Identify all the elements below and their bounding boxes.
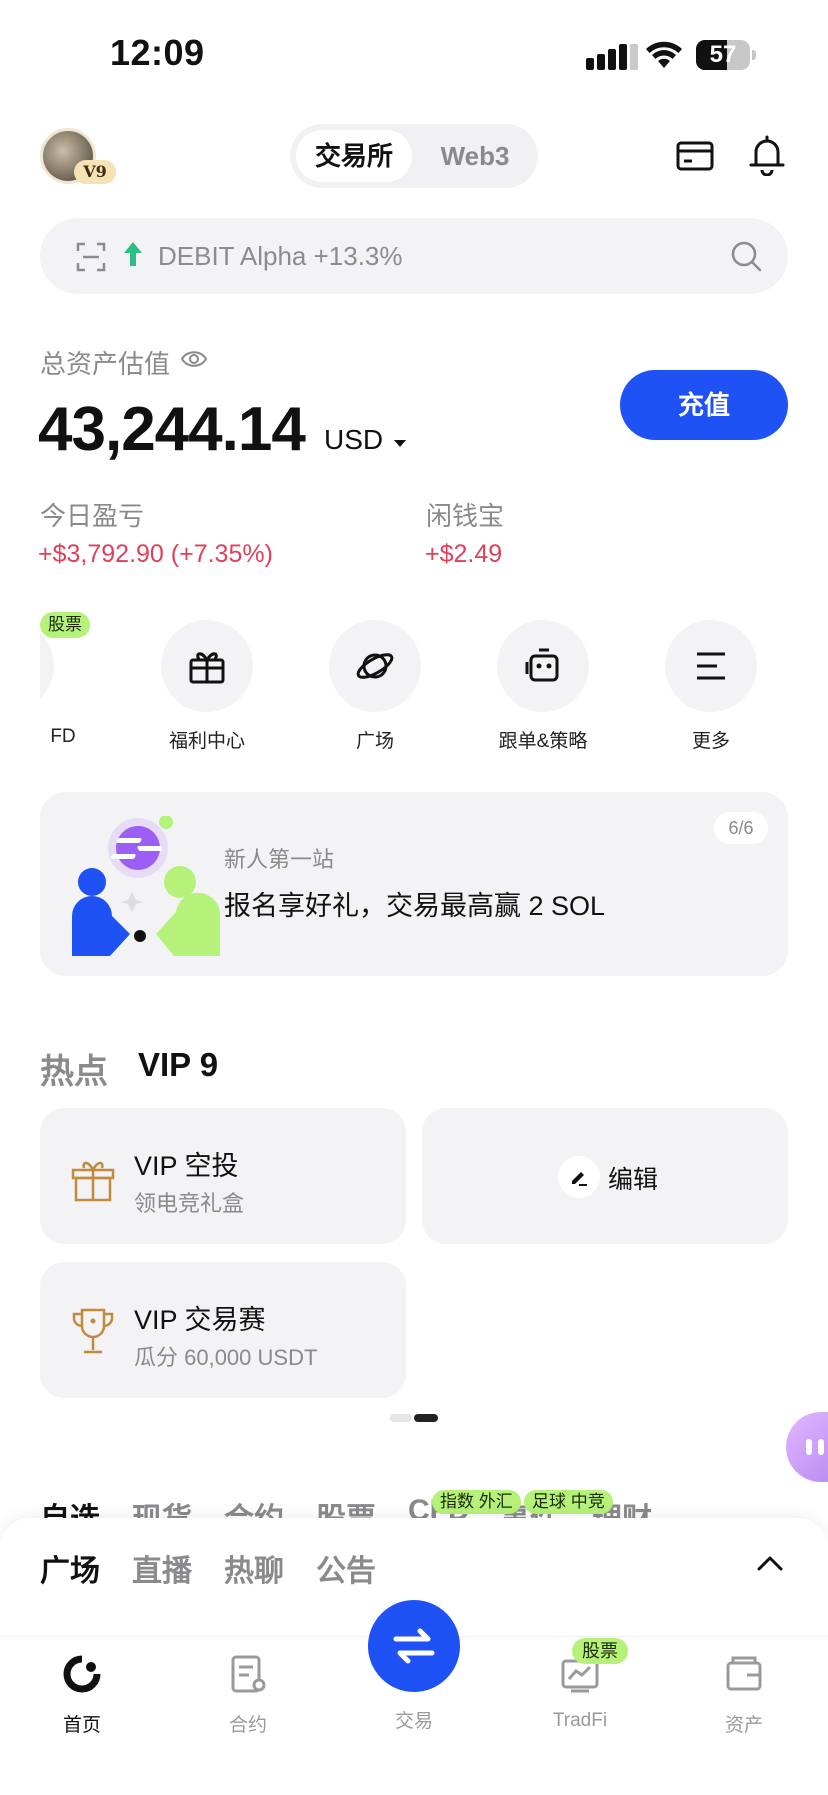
cfd-tag: 指数 外汇 xyxy=(432,1490,521,1514)
gift-icon xyxy=(189,652,225,684)
toggle-web3[interactable]: Web3 xyxy=(418,130,532,182)
wifi-icon xyxy=(646,41,682,68)
wallet-icon xyxy=(726,1656,762,1691)
quick-action-square[interactable]: 广场 xyxy=(305,620,445,752)
battery-level-text: 57 xyxy=(709,41,737,68)
bell-icon[interactable] xyxy=(748,134,786,176)
cellular-signal-icon xyxy=(586,44,638,70)
home-icon xyxy=(63,1655,101,1693)
nav-label: 首页 xyxy=(62,1715,101,1736)
tile-title: VIP 空投 xyxy=(134,1151,239,1181)
contract-icon xyxy=(231,1655,266,1693)
cfd-icon xyxy=(40,646,42,686)
currency-selector[interactable]: USD xyxy=(324,424,383,456)
chevron-down-icon[interactable] xyxy=(394,440,406,447)
vip-badge: V9 xyxy=(74,160,116,184)
quick-actions: FD 股票 福利中心 广场 跟单&策略 更多 xyxy=(40,612,800,752)
today-pnl-value: +$3,792.90 (+7.35%) xyxy=(38,540,273,568)
search-placeholder: DEBIT Alpha +13.3% xyxy=(158,241,403,271)
search-icon[interactable] xyxy=(730,240,762,272)
handshake-illustration xyxy=(72,816,220,956)
total-assets-value: 43,244.14 xyxy=(38,395,306,464)
stock-tag: 股票 xyxy=(40,612,90,638)
card-icon[interactable] xyxy=(676,140,714,172)
assistant-bubble[interactable] xyxy=(786,1412,828,1482)
quick-action-label: 更多 xyxy=(691,731,730,752)
pencil-icon xyxy=(572,1172,587,1186)
quick-action-cfd[interactable]: FD xyxy=(40,620,78,748)
sheet-tab-announcements[interactable]: 公告 xyxy=(316,1546,376,1590)
promo-subtitle: 新人第一站 xyxy=(224,847,335,872)
sheet-tab-square[interactable]: 广场 xyxy=(40,1546,100,1590)
quick-action-label: 广场 xyxy=(355,731,394,752)
quick-action-copy-trading[interactable]: 跟单&策略 xyxy=(473,620,613,752)
vip-trading-contest-card[interactable]: VIP 交易赛 瓜分 60,000 USDT xyxy=(40,1262,406,1398)
promo-title: 报名享好礼，交易最高赢 2 SOL xyxy=(224,891,606,921)
eye-icon[interactable] xyxy=(180,348,208,370)
quick-action-label: 跟单&策略 xyxy=(498,731,588,752)
swap-icon xyxy=(393,1628,435,1664)
hot-tab[interactable]: 热点 xyxy=(40,1044,108,1093)
deposit-button[interactable]: 充值 xyxy=(620,370,788,440)
gift-box-icon xyxy=(71,1161,115,1202)
chevron-up-icon[interactable] xyxy=(756,1554,784,1572)
promo-banner[interactable]: 新人第一站 报名享好礼，交易最高赢 2 SOL 6/6 xyxy=(40,792,788,976)
nav-label: TradFi xyxy=(552,1710,608,1731)
today-pnl-label: 今日盈亏 xyxy=(40,501,145,531)
tile-subtitle: 瓜分 60,000 USDT xyxy=(134,1345,318,1370)
quick-action-label: 福利中心 xyxy=(168,731,245,752)
menu-icon xyxy=(697,652,725,680)
quick-action-rewards[interactable]: 福利中心 xyxy=(137,620,277,752)
edit-shortcuts-card[interactable]: 编辑 xyxy=(422,1108,788,1244)
sheet-tab-live[interactable]: 直播 xyxy=(132,1546,192,1590)
toggle-exchange[interactable]: 交易所 xyxy=(296,130,412,182)
exchange-web3-toggle[interactable]: 交易所 Web3 xyxy=(290,124,538,188)
events-tag: 足球 中竞 xyxy=(524,1490,613,1514)
vip-tab[interactable]: VIP 9 xyxy=(138,1046,218,1084)
planet-icon xyxy=(356,653,394,679)
nav-label: 资产 xyxy=(724,1715,763,1736)
sheet-tab-chat[interactable]: 热聊 xyxy=(224,1546,284,1590)
bot-icon xyxy=(525,648,559,682)
idle-savings-label: 闲钱宝 xyxy=(426,501,505,531)
nav-assets[interactable]: 资产 xyxy=(684,1653,804,1737)
idle-savings-value: +$2.49 xyxy=(425,540,503,568)
nav-tradfi[interactable]: TradFi xyxy=(520,1653,640,1732)
trade-label: 交易 xyxy=(394,1711,433,1732)
total-assets-label: 总资产估值 xyxy=(40,349,171,379)
tradfi-stock-tag: 股票 xyxy=(572,1638,628,1664)
page-indicator xyxy=(390,1414,438,1422)
tile-title: VIP 交易赛 xyxy=(134,1305,266,1335)
vip-airdrop-card[interactable]: VIP 空投 领电竞礼盒 xyxy=(40,1108,406,1244)
nav-home[interactable]: 首页 xyxy=(22,1653,142,1737)
scan-icon[interactable] xyxy=(76,242,106,272)
trade-button[interactable] xyxy=(368,1600,460,1692)
edit-button[interactable] xyxy=(558,1156,600,1198)
status-time: 12:09 xyxy=(110,32,205,73)
quick-action-more[interactable]: 更多 xyxy=(641,620,781,752)
edit-label: 编辑 xyxy=(608,1166,659,1194)
battery-indicator: 57 xyxy=(696,40,756,70)
trophy-icon xyxy=(72,1308,114,1354)
nav-futures[interactable]: 合约 xyxy=(188,1653,308,1737)
promo-page-counter: 6/6 xyxy=(714,812,768,844)
tile-subtitle: 领电竞礼盒 xyxy=(134,1191,245,1216)
arrow-up-icon xyxy=(124,242,142,266)
nav-label: 合约 xyxy=(228,1715,267,1736)
search-bar[interactable]: DEBIT Alpha +13.3% xyxy=(40,218,788,294)
quick-action-label: FD xyxy=(50,726,76,747)
